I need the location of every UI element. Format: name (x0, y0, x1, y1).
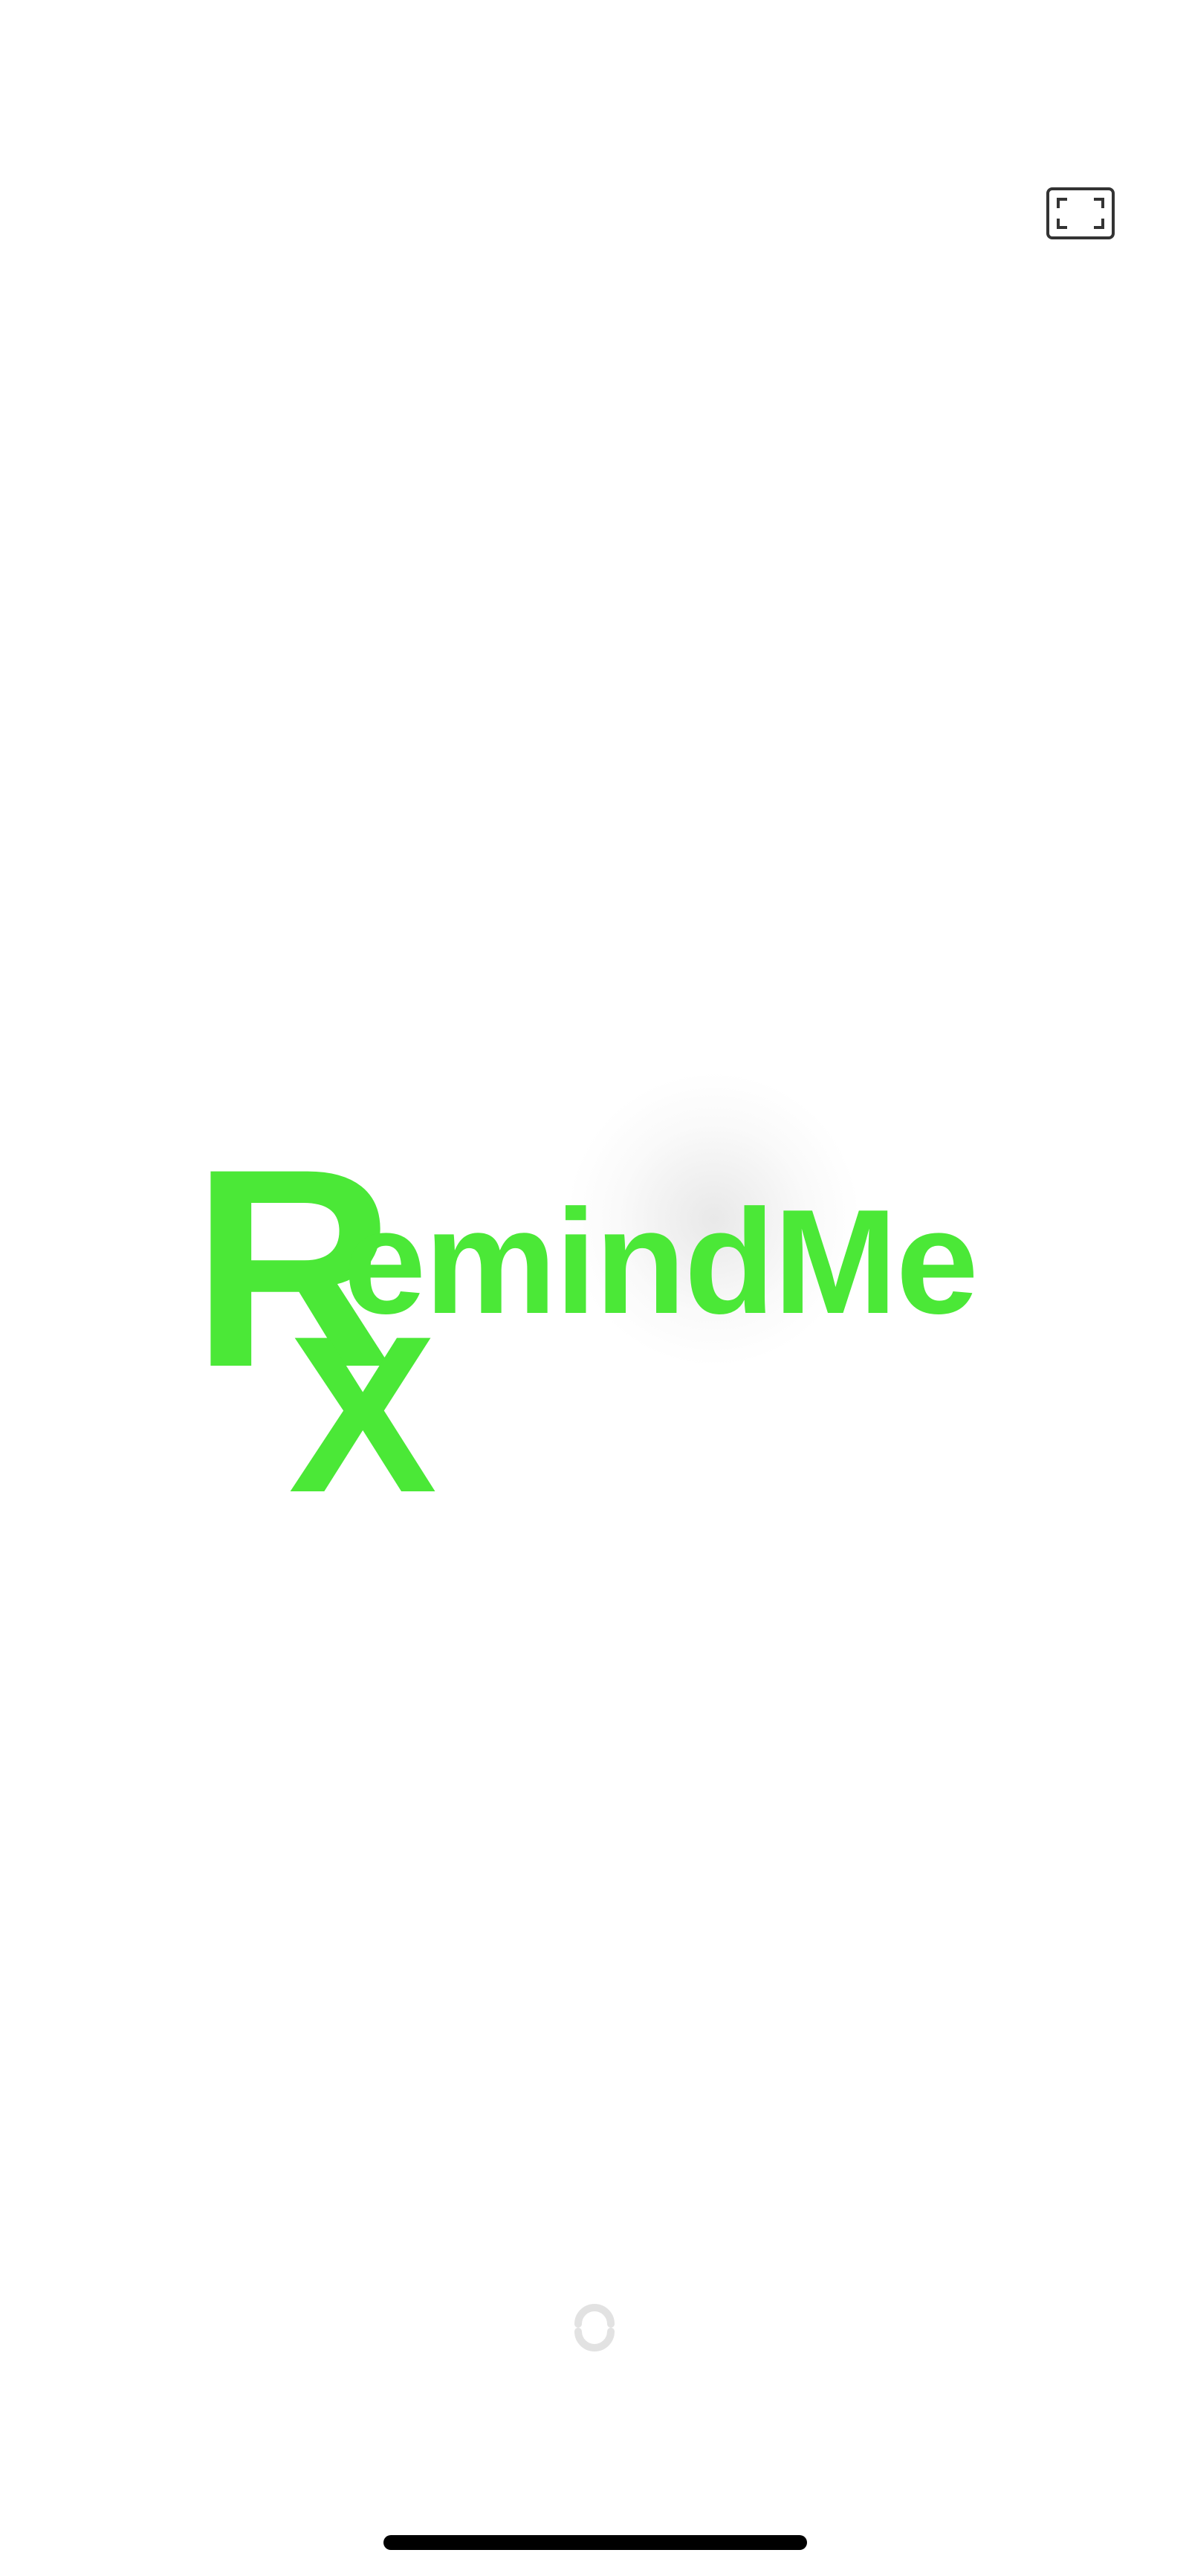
home-indicator[interactable] (383, 2535, 807, 2550)
splash-screen: R X emindMe (0, 0, 1189, 2576)
logo-glow (565, 1071, 862, 1368)
loading-spinner-icon (568, 2300, 621, 2354)
expand-button[interactable] (1046, 187, 1115, 239)
logo-letter-x: X (288, 1289, 438, 1539)
logo-letter-r: R (192, 1110, 396, 1426)
expand-icon (1057, 198, 1104, 229)
